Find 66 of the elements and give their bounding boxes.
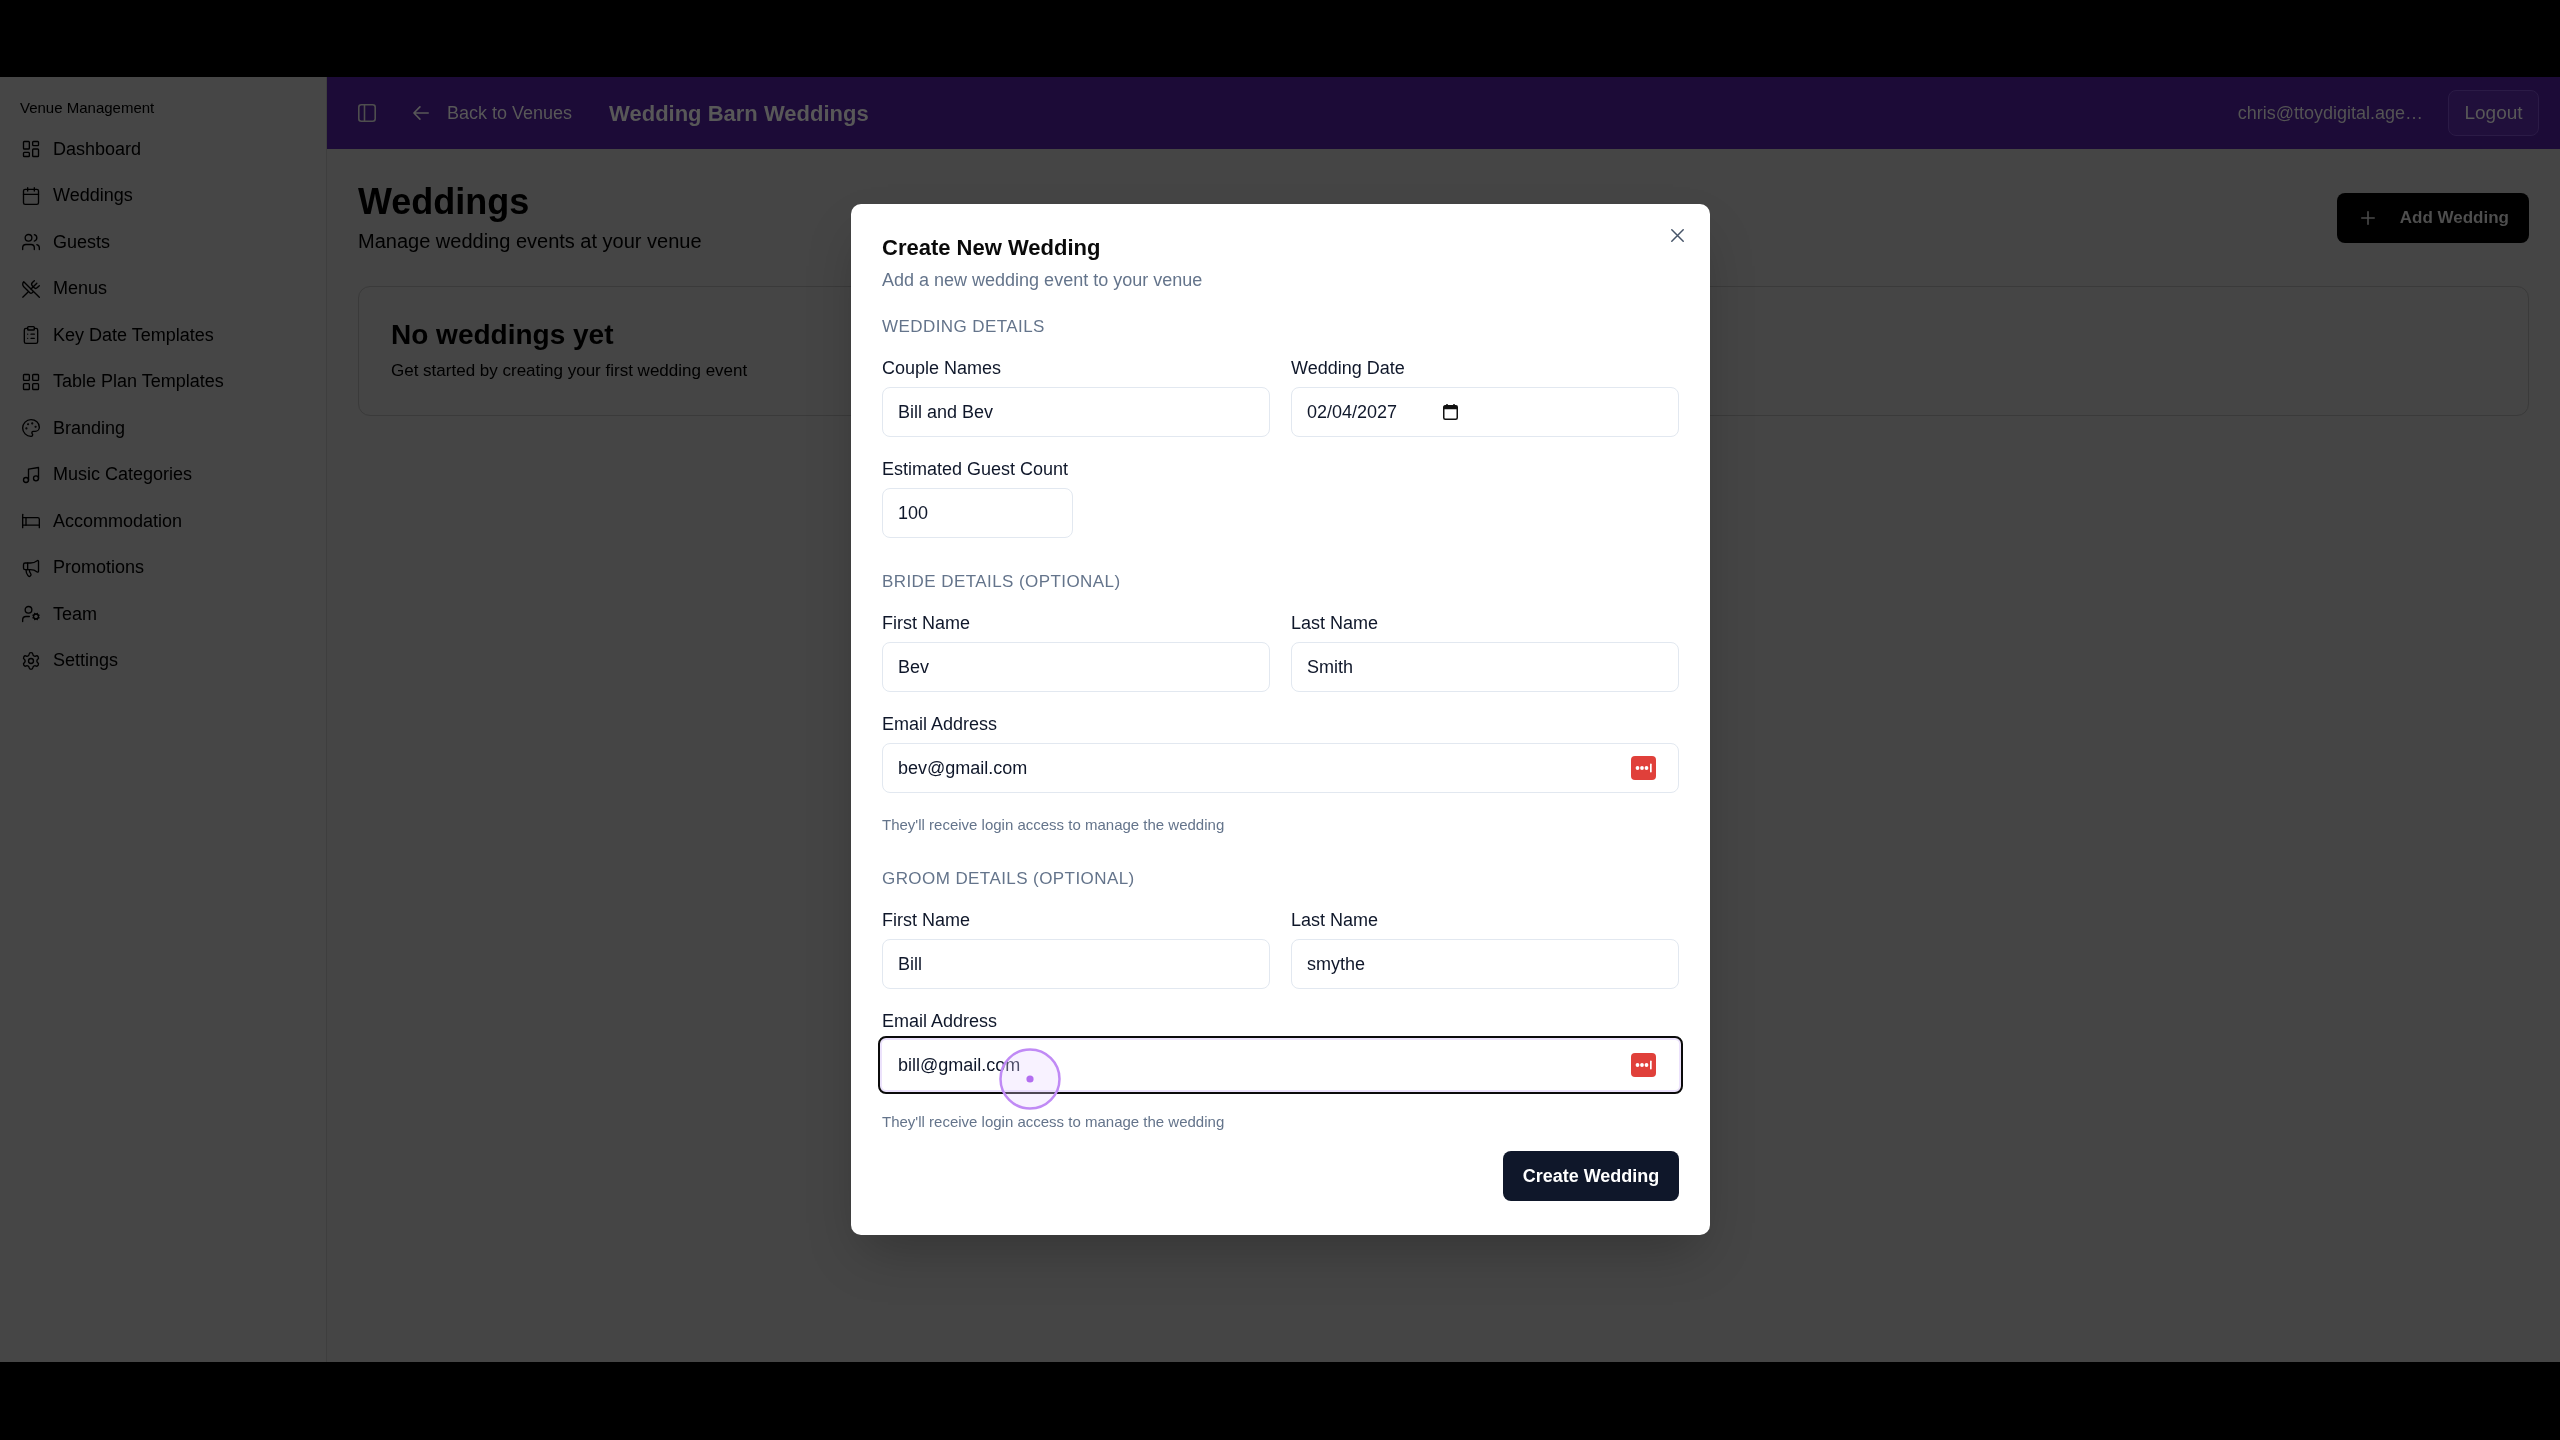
field-label: Wedding Date: [1291, 357, 1405, 380]
clipboard-icon: [21, 325, 41, 346]
create-wedding-button[interactable]: Create Wedding: [1503, 1151, 1679, 1201]
sidebar-item[interactable]: Branding: [12, 405, 314, 452]
field-label: Last Name: [1291, 612, 1379, 635]
text-field[interactable]: Smith: [1291, 642, 1679, 692]
sidebar-item[interactable]: Music Categories: [12, 451, 314, 498]
dots-icon[interactable]: [1631, 756, 1656, 780]
sidebar-item[interactable]: Settings: [12, 637, 314, 684]
dialog-subtitle: Add a new wedding event to your venue: [882, 269, 1203, 292]
user-email: chris@ttoydigital.age…: [2237, 101, 2423, 125]
users-icon: [21, 232, 41, 253]
user-gear-icon: [21, 604, 41, 625]
field-hint: They'll receive login access to manage the wedding: [882, 815, 1225, 835]
field-label: Couple Names: [882, 357, 1002, 380]
add-wedding-button[interactable]: Add Wedding: [2336, 193, 2529, 243]
close-icon[interactable]: [1671, 229, 1684, 242]
field-label: First Name: [882, 909, 970, 932]
text-field[interactable]: Bill and Bev: [882, 387, 1270, 437]
sidebar-item[interactable]: Key Date Templates: [12, 312, 314, 359]
sidebar-heading: Venue Management: [19, 98, 156, 118]
dots-icon[interactable]: [1631, 1053, 1656, 1077]
section-heading: GROOM DETAILS (OPTIONAL): [882, 868, 1135, 890]
text-field[interactable]: Bill: [882, 939, 1270, 989]
megaphone-icon: [21, 557, 41, 578]
calendar-icon: [21, 185, 41, 206]
panel-icon[interactable]: [358, 104, 376, 122]
sidebar-item[interactable]: Accommodation: [12, 498, 314, 545]
empty-state-text: Get started by creating your first wedding event: [391, 360, 748, 382]
page-subtitle: Manage wedding events at your venue: [358, 229, 702, 254]
field-hint: They'll receive login access to manage the wedding: [882, 1112, 1225, 1132]
sidebar-item[interactable]: Table Plan Templates: [12, 358, 314, 405]
field-label: Email Address: [882, 713, 998, 736]
dialog-title: Create New Wedding: [882, 234, 1101, 262]
section-heading: BRIDE DETAILS (OPTIONAL): [882, 571, 1121, 593]
empty-state-title: No weddings yet: [391, 318, 614, 352]
date-field[interactable]: 02/04/2027: [1291, 387, 1679, 437]
utensils-icon: [21, 278, 41, 299]
back-link[interactable]: Back to Venues: [413, 99, 573, 127]
field-label: Email Address: [882, 1010, 998, 1033]
arrow-left-icon: [413, 106, 429, 120]
sidebar-item[interactable]: Menus: [12, 265, 314, 312]
section-heading: WEDDING DETAILS: [882, 316, 1045, 338]
number-field[interactable]: 100: [882, 488, 1073, 538]
calendar-icon[interactable]: [1443, 404, 1459, 420]
grid-icon: [21, 371, 41, 392]
sidebar-item[interactable]: Weddings: [12, 172, 314, 219]
sidebar-item[interactable]: Team: [12, 591, 314, 638]
music-note-icon: [21, 464, 41, 485]
layout-icon: [21, 139, 41, 160]
field-label: Estimated Guest Count: [882, 458, 1069, 481]
sidebar-item[interactable]: Guests: [12, 219, 314, 266]
sidebar-item[interactable]: Promotions: [12, 544, 314, 591]
field-label: First Name: [882, 612, 970, 635]
email-field[interactable]: bill@gmail.com: [878, 1036, 1683, 1094]
palette-icon: [21, 418, 41, 439]
page-title: Weddings: [358, 182, 530, 222]
logout-button[interactable]: Logout: [2448, 90, 2539, 136]
email-field[interactable]: bev@gmail.com: [882, 743, 1679, 793]
plus-icon: [2360, 211, 2375, 225]
sidebar-item[interactable]: Dashboard: [12, 126, 314, 173]
venue-title: Wedding Barn Weddings: [609, 99, 869, 128]
settings-icon: [21, 650, 41, 671]
text-field[interactable]: Bev: [882, 642, 1270, 692]
text-field[interactable]: smythe: [1291, 939, 1679, 989]
field-label: Last Name: [1291, 909, 1379, 932]
